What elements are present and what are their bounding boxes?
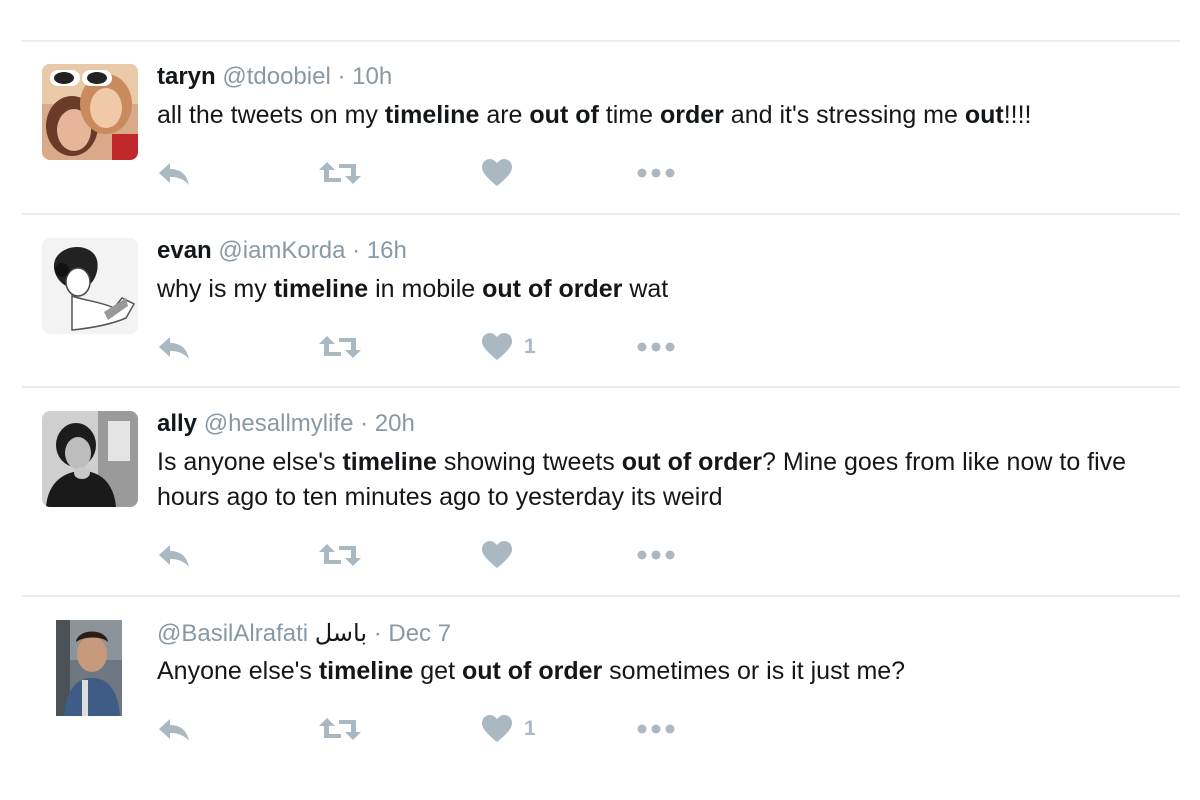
- tweet-text-run: and it's stressing me: [723, 101, 965, 129]
- avatar-photo-basil: [56, 620, 122, 716]
- tweet-text-run: time: [598, 101, 660, 129]
- tweet-text: Anyone else's timeline get out of order …: [157, 654, 1177, 689]
- tweet-text: why is my timeline in mobile out of orde…: [157, 272, 1177, 307]
- separator: ·: [345, 237, 367, 264]
- reply-button[interactable]: [157, 331, 191, 363]
- highlighted-keyword: order: [659, 101, 724, 129]
- highlighted-keyword: timeline: [342, 448, 437, 476]
- retweet-icon: [319, 544, 361, 566]
- more-icon: [637, 342, 675, 352]
- divider: [22, 386, 1180, 388]
- tweet-text-run: sometimes or is it just me?: [602, 657, 906, 685]
- heart-icon: [482, 159, 512, 186]
- more-button[interactable]: [637, 331, 675, 363]
- highlighted-keyword: out of order: [621, 448, 763, 476]
- like-count: 1: [524, 335, 536, 358]
- avatar[interactable]: [56, 620, 122, 716]
- tweet-header: evan @iamKorda · 16h: [157, 237, 407, 265]
- highlighted-keyword: timeline: [318, 657, 414, 685]
- tweet-text-run: all the tweets on my: [157, 101, 385, 129]
- handle[interactable]: @hesallmylife: [204, 410, 354, 437]
- avatar[interactable]: [42, 238, 138, 334]
- like-count: 1: [524, 717, 536, 740]
- like-button[interactable]: [482, 539, 524, 571]
- more-icon: [637, 724, 675, 734]
- avatar-photo-taryn: [42, 64, 138, 160]
- highlighted-keyword: out of: [529, 101, 599, 129]
- retweet-button[interactable]: [319, 539, 361, 571]
- display-name[interactable]: evan: [157, 237, 212, 264]
- separator: ·: [330, 63, 353, 90]
- heart-icon: [482, 715, 512, 742]
- avatar[interactable]: [42, 411, 138, 507]
- avatar-photo-evan: [42, 238, 138, 334]
- reply-icon: [159, 337, 189, 359]
- tweet-text-run: in mobile: [368, 275, 483, 303]
- tweet-text-run: showing tweets: [436, 448, 622, 476]
- handle[interactable]: @tdoobiel: [222, 63, 330, 90]
- more-button[interactable]: [637, 539, 675, 571]
- highlighted-keyword: out of order: [482, 275, 623, 303]
- highlighted-keyword: timeline: [273, 275, 369, 303]
- timestamp[interactable]: Dec 7: [388, 620, 451, 647]
- like-button[interactable]: [482, 157, 524, 189]
- tweet-text-run: Is anyone else's: [157, 448, 343, 476]
- reply-icon: [159, 719, 189, 741]
- tweet-text-run: wat: [622, 275, 669, 303]
- avatar[interactable]: [42, 64, 138, 160]
- retweet-icon: [319, 162, 361, 184]
- divider: [22, 595, 1180, 597]
- tweet-text-run: why is my: [157, 275, 274, 303]
- retweet-button[interactable]: [319, 157, 361, 189]
- tweet-text-run: Anyone else's: [157, 657, 319, 685]
- heart-icon: [482, 333, 512, 360]
- separator: ·: [367, 620, 389, 647]
- timeline: taryn @tdoobiel · 10h all the tweets on …: [0, 0, 1200, 800]
- like-button[interactable]: 1: [482, 331, 536, 363]
- more-button[interactable]: [637, 713, 675, 745]
- reply-button[interactable]: [157, 713, 191, 745]
- tweet-header: @BasilAlrafati باسل · Dec 7: [157, 620, 451, 648]
- tweet-header: taryn @tdoobiel · 10h: [157, 63, 392, 91]
- divider: [22, 213, 1180, 215]
- like-button[interactable]: 1: [482, 713, 536, 745]
- tweet-text-run: !!!!: [1003, 101, 1032, 129]
- more-icon: [637, 168, 675, 178]
- display-name[interactable]: ally: [157, 410, 197, 437]
- timestamp[interactable]: 10h: [352, 63, 392, 90]
- tweet-text-run: get: [413, 657, 462, 685]
- tweet-text: Is anyone else's timeline showing tweets…: [157, 445, 1177, 515]
- reply-button[interactable]: [157, 539, 191, 571]
- highlighted-keyword: timeline: [384, 101, 480, 129]
- reply-icon: [159, 545, 189, 567]
- display-name[interactable]: taryn: [157, 63, 216, 90]
- tweet-text: all the tweets on my timeline are out of…: [157, 98, 1177, 133]
- more-icon: [637, 550, 675, 560]
- tweet-text-run: are: [479, 101, 530, 129]
- handle[interactable]: @BasilAlrafati: [157, 620, 308, 647]
- avatar-photo-ally: [42, 411, 138, 507]
- timestamp[interactable]: 16h: [367, 237, 407, 264]
- retweet-button[interactable]: [319, 713, 361, 745]
- highlighted-keyword: out of order: [461, 657, 603, 685]
- heart-icon: [482, 541, 512, 568]
- reply-button[interactable]: [157, 157, 191, 189]
- display-name[interactable]: باسل: [315, 620, 367, 647]
- retweet-icon: [319, 336, 361, 358]
- more-button[interactable]: [637, 157, 675, 189]
- tweet-header: ally @hesallmylife · 20h: [157, 410, 415, 438]
- timestamp[interactable]: 20h: [375, 410, 415, 437]
- handle[interactable]: @iamKorda: [218, 237, 345, 264]
- highlighted-keyword: out: [964, 101, 1004, 129]
- retweet-button[interactable]: [319, 331, 361, 363]
- retweet-icon: [319, 718, 361, 740]
- separator: ·: [353, 410, 375, 437]
- divider: [22, 40, 1180, 42]
- reply-icon: [159, 163, 189, 185]
